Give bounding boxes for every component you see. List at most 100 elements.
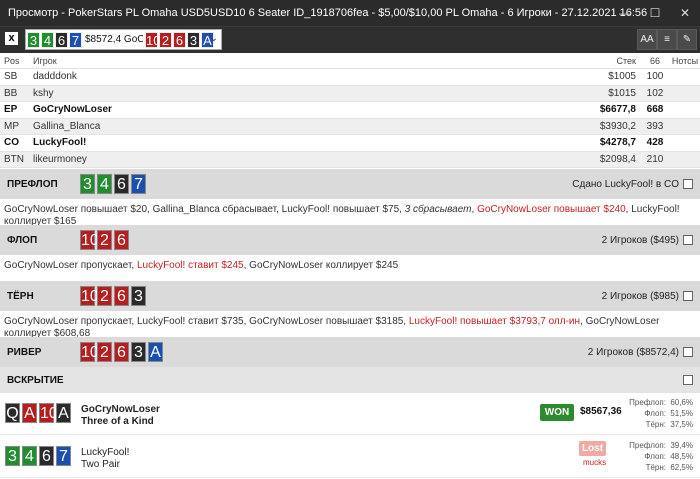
player-hands: 100 (646, 71, 664, 83)
showdown-row: 3467 LuckyFool! Two Pair Lost mucks Преф… (0, 436, 700, 478)
card: 6 (55, 31, 68, 48)
card: 10 (39, 403, 58, 423)
won-amount: $8567,36 (580, 406, 622, 417)
card: 7 (131, 174, 146, 194)
street-name: ФЛОП (7, 234, 38, 246)
street-checkbox[interactable] (683, 291, 693, 301)
card: 10 (80, 230, 99, 250)
action-text: , GoCryNowLoser коллирует $245 (243, 260, 399, 271)
street-checkbox[interactable] (683, 375, 693, 385)
action-text: LuckyFool! повышает $3793,7 олл-ин (408, 316, 581, 327)
card: 7 (69, 31, 82, 48)
street-checkbox[interactable] (683, 235, 693, 245)
board-cards: 102 6 3 A (145, 31, 215, 48)
card: 4 (41, 31, 54, 48)
showdown-player: LuckyFool! Two Pair (81, 447, 129, 471)
maximize-icon[interactable]: ☐ (640, 0, 670, 26)
equity-row: Тёрн: 62,5% (622, 462, 693, 473)
street-name: ПРЕФЛОП (7, 178, 58, 190)
equity-label: Тёрн: (645, 463, 666, 472)
font-size-button[interactable]: AA (637, 29, 657, 50)
title-bar: Просмотр - PokerStars PL Omaha USD5USD10… (0, 0, 700, 26)
equity-value: 39,4% (670, 441, 693, 450)
street-cards: 102 6 3 (80, 286, 148, 306)
player-name: likeurmoney (33, 153, 87, 165)
header-stack: Стек (616, 55, 636, 66)
table-row[interactable]: CO LuckyFool! $4278,7 428 (0, 135, 700, 152)
player-hands: 428 (646, 137, 664, 149)
edit-icon[interactable]: ✎ (677, 29, 697, 50)
list-icon[interactable]: ≡ (657, 29, 677, 50)
minimize-icon[interactable]: — (610, 0, 640, 26)
street-preflop: ПРЕФЛОП 3467 Сдано LuckyFool! в CO (0, 169, 700, 199)
player-pos: MP (4, 120, 19, 132)
street-cards: 102 6 3 A (80, 342, 165, 362)
player-hands: 102 (646, 87, 664, 99)
table-row[interactable]: BTN likeurmoney $2098,4 210 (0, 151, 700, 168)
player-name: GoCryNowLoser (81, 404, 160, 415)
table-row[interactable]: MP Gallina_Blanca $3930,2 393 (0, 118, 700, 135)
player-pos: EP (4, 104, 18, 116)
card: 3 (27, 31, 40, 48)
equity-row: Префлоп: 60,6% (622, 397, 693, 408)
card: 6 (39, 446, 54, 466)
card: 4 (97, 174, 112, 194)
action-text: 3 сбрасывает (404, 204, 472, 215)
street-river: РИВЕР 102 6 3 A 2 Игроков ($8572,4) (0, 337, 700, 367)
player-name: GoCryNowLoser (33, 104, 112, 116)
mucks-label: mucks (583, 458, 607, 467)
card: 3 (80, 174, 95, 194)
player-stack: $4278,7 (599, 137, 636, 149)
card: 3 (131, 342, 146, 362)
table-row[interactable]: SB dadddonk $1005 100 (0, 69, 700, 86)
player-name: kshy (33, 87, 54, 99)
card: A (56, 403, 71, 423)
table-row[interactable]: EP GoCryNowLoser $6677,8 668 (0, 102, 700, 119)
flop-actions: GoCryNowLoser пропускает, LuckyFool! ста… (4, 260, 696, 272)
street-checkbox[interactable] (683, 179, 693, 189)
players-table: Pos Игрок Стек 66 Нотсы SB dadddonk $1005 1… (0, 53, 700, 168)
player-hands: 210 (646, 153, 664, 165)
player-hands: 393 (646, 120, 664, 132)
player-name: LuckyFool! (33, 137, 87, 149)
equity-list: Префлоп: 39,4% Флоп: 48,5% Тёрн: 62,5% (622, 440, 693, 473)
hand-rank: Two Pair (81, 459, 120, 470)
card: 6 (114, 174, 129, 194)
player-stack: $6677,8 (599, 104, 636, 116)
street-checkbox[interactable] (683, 347, 693, 357)
action-text: GoCryNowLoser повышает $20, Gallina_Blan… (4, 204, 405, 215)
equity-value: 51,5% (670, 409, 693, 418)
selected-hand-text: $8572,4 GoCryNowLoser (85, 34, 143, 45)
hole-cards: 3467 (27, 31, 83, 48)
equity-label: Префлоп: (629, 441, 666, 450)
equity-row: Флоп: 48,5% (622, 451, 693, 462)
street-cards: 102 6 (80, 230, 131, 250)
card: 6 (114, 230, 129, 250)
player-cards: Q A 10A (5, 403, 73, 423)
table-header: Pos Игрок Стек 66 Нотсы (0, 53, 700, 69)
equity-value: 62,5% (670, 463, 693, 472)
player-pos: BTN (4, 153, 24, 165)
street-info: 2 Игроков ($8572,4) (587, 346, 679, 358)
lost-badge: Lost (579, 441, 606, 456)
won-badge: WON (540, 404, 574, 421)
hand-rank: Three of a Kind (81, 416, 154, 427)
hand-selector[interactable]: 3467 $8572,4 GoCryNowLoser 10263A ⌄ (25, 29, 222, 50)
card: 6 (114, 342, 129, 362)
card: 7 (56, 446, 71, 466)
player-stack: $2098,4 (599, 153, 636, 165)
street-info: 2 Игроков ($495) (601, 234, 679, 246)
street-name: ВСКРЫТИЕ (7, 374, 64, 386)
table-row[interactable]: BB kshy $1015 102 (0, 85, 700, 102)
card: 3 (5, 446, 20, 466)
player-stack: $1015 (608, 87, 636, 99)
card: 3 (187, 31, 200, 48)
close-icon[interactable]: ✕ (670, 0, 700, 26)
street-cards: 3467 (80, 174, 148, 194)
card: 2 (97, 342, 112, 362)
card: 2 (159, 31, 172, 48)
action-text: LuckyFool! ставит $245 (136, 260, 244, 271)
close-hand-icon[interactable]: x (5, 32, 18, 45)
chevron-down-icon[interactable]: ⌄ (210, 33, 218, 44)
street-showdown: ВСКРЫТИЕ (0, 367, 700, 393)
